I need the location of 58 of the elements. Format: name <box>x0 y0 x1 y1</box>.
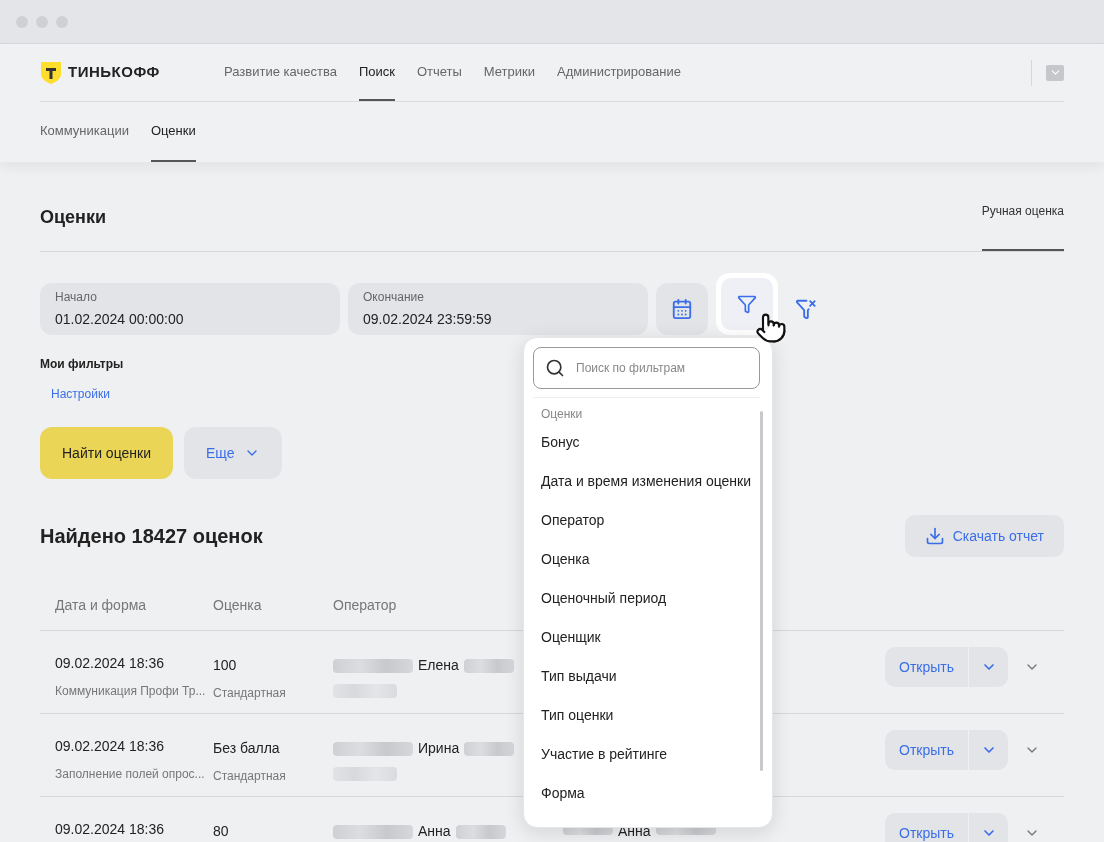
date-field[interactable]: Окончание 09.02.2024 23:59:59 <box>348 283 648 335</box>
find-button[interactable]: Найти оценки <box>40 427 173 479</box>
menu-item[interactable]: Оценочный период <box>533 579 760 618</box>
page-title: Оценки <box>40 206 107 229</box>
menu-item[interactable]: Оценщик <box>533 618 760 657</box>
menu-item[interactable]: Оператор <box>533 501 760 540</box>
redacted-bar <box>455 824 506 839</box>
menu-group-label: Оценки <box>541 406 584 423</box>
menu-item[interactable]: Оценка <box>533 540 760 579</box>
table-cell-text: Стандартная <box>213 685 287 702</box>
brand-name: ТИНЬКОФФ <box>68 62 160 83</box>
table-cell-text: Анна <box>418 822 451 841</box>
search-icon <box>545 358 565 378</box>
download-icon <box>924 526 945 546</box>
download-button[interactable]: Скачать отчет <box>904 515 1064 557</box>
table-cell-text: Стандартная <box>213 768 287 785</box>
menu-item[interactable]: Тип выдачи <box>533 657 760 696</box>
table-cell-text: 09.02.2024 18:36 <box>55 737 165 756</box>
menu-item[interactable]: Бонус <box>533 423 760 462</box>
nav-tab[interactable]: Отчеты <box>416 44 462 101</box>
calendar-button[interactable] <box>656 283 708 335</box>
date-field[interactable]: Начало 01.02.2024 00:00:00 <box>40 283 340 335</box>
column-header: Оператор <box>333 597 397 613</box>
section-label: Мои фильтры <box>40 356 124 373</box>
filter-button[interactable] <box>721 278 773 330</box>
settings-link[interactable]: Настройки <box>51 385 110 403</box>
table-cell-text: 100 <box>213 656 238 675</box>
table-cell-text: Ирина <box>418 739 460 758</box>
sub-tab[interactable]: Оценки <box>150 102 196 162</box>
nav-tab[interactable]: Развитие качества <box>224 44 337 101</box>
collapse-toggle-icon[interactable] <box>1046 64 1064 81</box>
nav-tab[interactable]: Метрики <box>483 44 535 101</box>
column-header: Оценка <box>213 597 262 613</box>
nav-tab[interactable]: Администрирование <box>557 44 681 101</box>
filter-icon <box>737 294 757 314</box>
table-cell-text: 80 <box>213 822 230 841</box>
filter-search-field[interactable]: Поиск по фильтрам <box>533 347 760 389</box>
menu-item[interactable]: Дата и время изменения оценки <box>533 462 760 501</box>
nav-tab[interactable]: Поиск <box>358 44 395 101</box>
redacted-bar <box>464 741 515 756</box>
table-cell-text: Без балла <box>213 739 281 758</box>
more-button[interactable]: Еще <box>183 427 283 479</box>
results-heading: Найдено 18427 оценок <box>40 524 263 549</box>
table-cell-text: 09.02.2024 18:36 <box>55 820 165 839</box>
menu-item[interactable]: Форма <box>533 774 760 813</box>
shield-logo-icon <box>40 60 62 85</box>
table-cell-text: Коммуникация Профи Тр... <box>55 683 207 700</box>
menu-item[interactable]: Тип оценки <box>533 696 760 735</box>
redacted-bar <box>463 658 514 673</box>
menu-item[interactable]: Участие в рейтинге <box>533 735 760 774</box>
filter-clear-icon <box>795 298 817 320</box>
table-cell-text: 09.02.2024 18:36 <box>55 654 165 673</box>
page-tab[interactable]: Ручная оценка <box>981 162 1064 251</box>
table-cell-text: Заполнение полей опрос... <box>55 766 206 783</box>
calendar-icon <box>671 298 693 320</box>
sub-tab[interactable]: Коммуникации <box>40 102 129 162</box>
column-header: Дата и форма <box>55 597 147 613</box>
table-cell-text: Елена <box>418 656 459 675</box>
